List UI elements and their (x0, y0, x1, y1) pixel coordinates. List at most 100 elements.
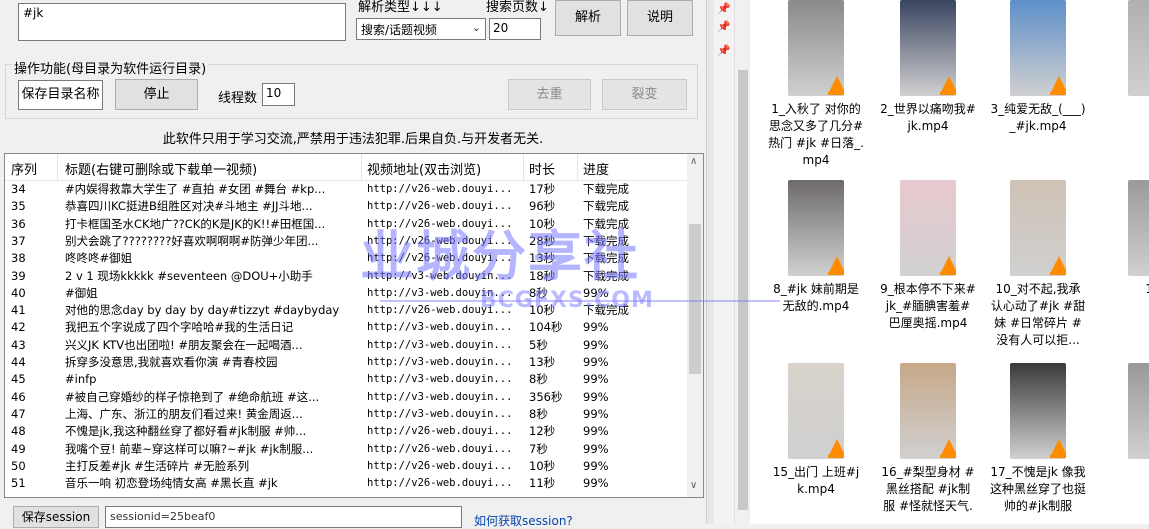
file-item[interactable]: 2_世界以痛吻我#jk.mp4 (880, 0, 976, 135)
cell-duration: 8秒 (529, 406, 548, 421)
ops-group-title: 操作功能(母目录为软件运行目录) (12, 58, 209, 77)
file-item[interactable]: 17_不愧是jk 像我这种黑丝穿了也挺帅的#jk制服 (990, 363, 1086, 515)
file-item[interactable]: 18 (1108, 363, 1149, 481)
file-name: 3_纯爱无敌_(___)_#jk.mp4 (990, 102, 1086, 133)
cell-title: #内娱得救靠大学生了 #直拍 #女团 #舞台 #kp... (65, 182, 326, 196)
header-progress[interactable]: 进度 (583, 159, 609, 178)
page-count-label: 搜索页数↓ (486, 0, 549, 15)
parse-type-select[interactable]: 搜索/话题视频 ⌄ (356, 18, 486, 40)
table-row[interactable]: 49 我嘴个豆! 前辈~穿这样可以嘛?~#jk #jk制服... http://v2… (5, 441, 689, 458)
vlc-cone-icon (828, 76, 844, 95)
table-row[interactable]: 44 拆穿多没意思,我就喜欢看你演 #青春校园 http://v3-web.douy… (5, 354, 689, 371)
cell-title: #御姐 (65, 285, 98, 300)
video-thumbnail (788, 0, 844, 96)
session-help-link[interactable]: 如何获取session? (474, 512, 573, 529)
header-index[interactable]: 序列 (11, 159, 37, 178)
file-name: 16_#梨型身材 #黑丝搭配 #jk制服 #怪就怪天气. (881, 465, 975, 513)
table-scrollbar[interactable]: ∧ ∨ (687, 154, 703, 497)
file-name: 8_#jk 妹前期是无敌的.mp4 (773, 282, 859, 313)
search-input[interactable]: #jk (18, 3, 346, 41)
parse-button[interactable]: 解析 (555, 0, 621, 36)
table-row[interactable]: 47 上海、广东、浙江的朋友们看过来! 黄金周返... http://v3-web.… (5, 406, 689, 423)
cell-duration: 356秒 (529, 389, 563, 404)
table-row[interactable]: 51 音乐一响 初恋登场纯情女高 #黑长直 #jk http://v26-web.d… (5, 475, 689, 492)
scroll-up-icon[interactable]: ∧ (690, 156, 697, 167)
video-thumbnail (1010, 0, 1066, 96)
cell-progress: 99% (583, 424, 609, 439)
file-item[interactable]: 16_#梨型身材 #黑丝搭配 #jk制服 #怪就怪天气. (880, 363, 976, 515)
video-table[interactable]: 序列 标题(右键可删除或下载单一视频) 视频地址(双击浏览) 时长 进度 34 #… (4, 153, 704, 498)
save-session-button[interactable]: 保存session (13, 506, 99, 528)
header-url[interactable]: 视频地址(双击浏览) (367, 159, 481, 178)
table-row[interactable]: 50 主打反差#jk #生活碎片 #无脸系列 http://v26-web.douy… (5, 458, 689, 475)
cell-index: 43 (11, 337, 26, 352)
split-button[interactable]: 裂变 (602, 79, 687, 110)
parse-type-value: 搜索/话题视频 (361, 23, 438, 37)
help-button[interactable]: 说明 (627, 0, 693, 36)
file-item[interactable]: 1_入秋了 对你的思念又多了几分#热门 #jk #日落_.mp4 (768, 0, 864, 169)
cell-title: 对他的思念day by day by day#tizzyt #daybyday (65, 303, 340, 318)
file-name: 10_对不起,我承认心动了#jk #甜妹 #日常碎片 #没有人可以拒... (990, 282, 1086, 347)
pin-icon[interactable]: 📌 (717, 2, 731, 15)
file-item[interactable]: 3_纯爱无敌_(___)_#jk.mp4 (990, 0, 1086, 135)
cell-url: http://v3-web.douyin... (367, 390, 513, 403)
cell-duration: 5秒 (529, 337, 548, 352)
cell-title: 音乐一响 初恋登场纯情女高 #黑长直 #jk (65, 476, 278, 491)
file-item[interactable]: 11_ (1108, 180, 1149, 298)
video-thumbnail (900, 363, 956, 459)
cell-progress: 99% (583, 355, 609, 369)
cell-title: #infp (65, 372, 97, 387)
cell-index: 44 (11, 355, 26, 369)
cell-index: 46 (11, 389, 26, 404)
cell-index: 36 (11, 216, 26, 231)
file-item[interactable]: 8_#jk 妹前期是无敌的.mp4 (768, 180, 864, 315)
save-dir-button[interactable]: 保存目录名称 (18, 80, 103, 110)
file-name: 17_不愧是jk 像我这种黑丝穿了也挺帅的#jk制服 (990, 465, 1087, 513)
file-item[interactable]: 10_对不起,我承认心动了#jk #甜妹 #日常碎片 #没有人可以拒... (990, 180, 1086, 349)
scroll-down-icon[interactable]: ∨ (690, 480, 697, 491)
table-row[interactable]: 46 #被自己穿婚纱的样子惊艳到了 #绝命航班 #这... http://v3-we… (5, 389, 689, 406)
scroll-thumb[interactable] (689, 224, 701, 374)
table-row[interactable]: 34 #内娱得救靠大学生了 #直拍 #女团 #舞台 #kp... http://v2… (5, 181, 689, 198)
page-count-input[interactable]: 20 (489, 18, 541, 40)
cell-title: 不愧是jk,我这种翻丝穿了都好看#jk制服 #帅... (65, 424, 307, 439)
cell-url: http://v3-web.douyin... (367, 356, 513, 368)
video-thumbnail (788, 180, 844, 276)
cell-title: 拆穿多没意思,我就喜欢看你演 #青春校园 (65, 355, 278, 369)
file-name: 18 (1108, 464, 1149, 481)
threads-input[interactable]: 10 (262, 83, 295, 106)
pin-icon[interactable]: 📌 (717, 44, 731, 57)
table-row[interactable]: 48 不愧是jk,我这种翻丝穿了都好看#jk制服 #帅... http://v26-… (5, 423, 689, 440)
table-row[interactable]: 43 兴义JK KTV也出团啦! #朋友聚会在一起喝酒... http://v3-w… (5, 337, 689, 354)
dedupe-button[interactable]: 去重 (508, 79, 591, 110)
cell-index: 34 (11, 182, 26, 196)
cell-duration: 7秒 (529, 441, 548, 456)
table-row[interactable]: 45 #infp http://v3-web.douyin... 8秒 99% (5, 371, 689, 388)
table-row[interactable]: 42 我把五个字说成了四个字哈哈#我的生活日记 http://v3-web.douy… (5, 319, 689, 336)
video-thumbnail (900, 180, 956, 276)
file-item[interactable]: 15_出门 上班#jk.mp4 (768, 363, 864, 498)
cell-title: 我嘴个豆! 前辈~穿这样可以嘛?~#jk #jk制服... (65, 441, 314, 456)
file-item[interactable]: 9_根本停不下来#jk_#腼腆害羞#巴厘奥摇.mp4 (880, 180, 976, 332)
cell-duration: 10秒 (529, 458, 556, 473)
parse-type-label: 解析类型↓↓↓ (358, 0, 443, 15)
cell-title: 我把五个字说成了四个字哈哈#我的生活日记 (65, 320, 294, 335)
cell-title: 2 v 1 现场kkkkk #seventeen @DOU+小助手 (65, 268, 313, 283)
cell-index: 40 (11, 285, 26, 300)
cell-index: 41 (11, 303, 26, 318)
explorer-scrollbar[interactable] (734, 0, 750, 524)
header-duration[interactable]: 时长 (529, 159, 555, 178)
cell-progress: 下载完成 (583, 182, 629, 196)
header-title[interactable]: 标题(右键可删除或下载单一视频) (65, 159, 257, 178)
stop-button[interactable]: 停止 (115, 79, 198, 110)
cell-index: 42 (11, 320, 26, 335)
cell-url: http://v3-web.douyin... (367, 321, 513, 334)
panel-divider[interactable] (706, 0, 714, 524)
cell-url: http://v3-web.douyin... (367, 338, 513, 351)
file-name: 9_根本停不下来#jk_#腼腆害羞#巴厘奥摇.mp4 (880, 282, 976, 330)
pin-icon[interactable]: 📌 (717, 20, 731, 33)
cell-index: 49 (11, 441, 26, 456)
explorer-scroll-thumb[interactable] (738, 70, 748, 510)
session-input[interactable]: sessionid=25beaf0 (105, 506, 462, 528)
file-item[interactable]: 4_ (1108, 0, 1149, 118)
